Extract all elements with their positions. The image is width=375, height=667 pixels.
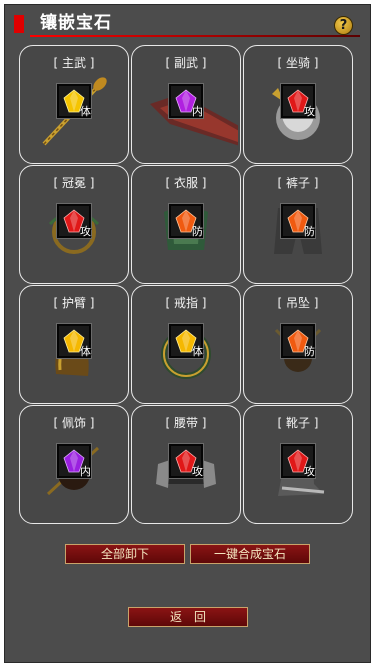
slot-label: [ 靴子 ] <box>277 416 319 430</box>
slot-pants[interactable]: [ 裤子 ] 防 <box>243 165 353 284</box>
slot-label: [ 衣服 ] <box>165 176 207 190</box>
gem-stat: 攻 <box>304 105 315 118</box>
slot-pendant[interactable]: [ 吊坠 ] 防 <box>243 285 353 404</box>
header: 镶嵌宝石 <box>14 12 360 37</box>
slot-label: [ 腰带 ] <box>165 416 207 430</box>
help-icon: ? <box>339 18 348 33</box>
slot-accessory[interactable]: [ 佩饰 ] 内 <box>19 405 129 524</box>
slot-clothes[interactable]: [ 衣服 ] 防 <box>131 165 241 284</box>
title-marker <box>14 15 24 33</box>
page-title: 镶嵌宝石 <box>40 13 112 33</box>
compose-gems-button[interactable]: 一键合成宝石 <box>190 544 310 564</box>
slot-label: [ 佩饰 ] <box>53 416 95 430</box>
gem-stat: 体 <box>80 105 91 118</box>
gem-stat: 攻 <box>192 465 203 478</box>
gem-stat: 攻 <box>304 465 315 478</box>
slot-label: [ 戒指 ] <box>165 296 207 310</box>
gem-stat: 攻 <box>80 225 91 238</box>
slot-boots[interactable]: [ 靴子 ] 攻 <box>243 405 353 524</box>
title-underline <box>30 35 360 37</box>
slot-mount[interactable]: [ 坐骑 ] 攻 <box>243 45 353 164</box>
slot-off-weapon[interactable]: [ 副武 ] 内 <box>131 45 241 164</box>
slot-label: [ 裤子 ] <box>277 176 319 190</box>
slot-belt[interactable]: [ 腰带 ] 攻 <box>131 405 241 524</box>
help-button[interactable]: ? <box>334 16 353 35</box>
slot-bracer[interactable]: [ 护臂 ] 体 <box>19 285 129 404</box>
back-button[interactable]: 返 回 <box>128 607 248 627</box>
gem-stat: 内 <box>192 105 203 118</box>
slot-label: [ 吊坠 ] <box>277 296 319 310</box>
gem-stat: 内 <box>80 465 91 478</box>
gem-stat: 防 <box>304 225 315 238</box>
slot-label: [ 主武 ] <box>53 56 95 70</box>
gem-stat: 体 <box>80 345 91 358</box>
gem-stat: 防 <box>192 225 203 238</box>
slot-main-weapon[interactable]: [ 主武 ] 体 <box>19 45 129 164</box>
gem-stat: 体 <box>192 345 203 358</box>
slot-crown[interactable]: [ 冠冕 ] 攻 <box>19 165 129 284</box>
slot-label: [ 冠冕 ] <box>53 176 95 190</box>
gem-stat: 防 <box>304 345 315 358</box>
unequip-all-button[interactable]: 全部卸下 <box>65 544 185 564</box>
slot-label: [ 护臂 ] <box>53 296 95 310</box>
slot-ring[interactable]: [ 戒指 ] 体 <box>131 285 241 404</box>
slot-label: [ 副武 ] <box>165 56 207 70</box>
slot-label: [ 坐骑 ] <box>277 56 319 70</box>
